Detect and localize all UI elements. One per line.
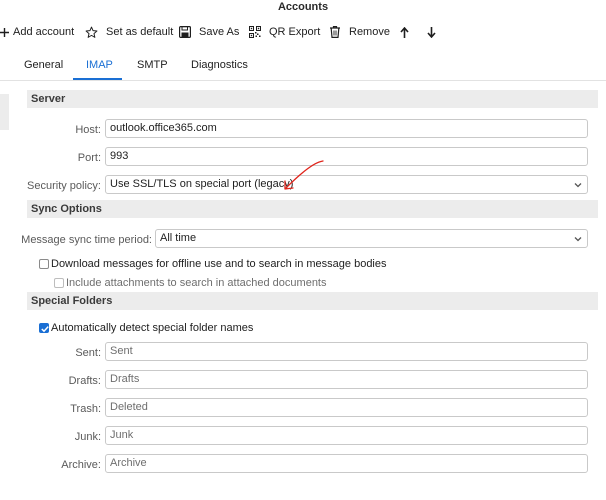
save-as-button[interactable]: Save As: [179, 22, 239, 42]
qr-export-button[interactable]: QR Export: [249, 22, 320, 42]
active-tab-indicator: [73, 78, 122, 80]
sync-options-section-header: Sync Options: [27, 200, 598, 218]
star-icon: [85, 26, 98, 38]
include-attachments-label: Include attachments to search in attache…: [66, 277, 327, 289]
trash-folder-input[interactable]: Deleted: [105, 398, 588, 417]
security-policy-select[interactable]: Use SSL/TLS on special port (legacy): [105, 175, 588, 194]
add-account-label: Add account: [13, 26, 75, 38]
tab-general[interactable]: General: [24, 59, 63, 71]
sent-folder-input[interactable]: Sent: [105, 342, 588, 361]
sync-period-label: Message sync time period:: [21, 234, 152, 246]
floppy-disk-icon: [179, 26, 191, 38]
special-folders-section-header: Special Folders: [27, 292, 598, 310]
download-offline-checkbox[interactable]: [39, 259, 49, 269]
move-down-button[interactable]: [427, 22, 442, 42]
include-attachments-checkbox[interactable]: [54, 278, 64, 288]
move-up-button[interactable]: [400, 22, 415, 42]
drafts-folder-input[interactable]: Drafts: [105, 370, 588, 389]
server-section-header: Server: [27, 90, 598, 108]
checkmark-icon: [41, 326, 49, 333]
annotation-arrow-icon: [284, 160, 324, 190]
junk-label: Junk:: [74, 431, 101, 443]
sent-label: Sent:: [75, 347, 101, 359]
arrow-up-icon: [400, 26, 409, 38]
arrow-down-icon: [427, 26, 436, 38]
archive-folder-input[interactable]: Archive: [105, 454, 588, 473]
remove-label: Remove: [349, 26, 390, 38]
chevron-down-icon: [574, 237, 582, 242]
tab-bar: General IMAP SMTP Diagnostics: [0, 50, 606, 81]
chevron-down-icon: [574, 183, 582, 188]
security-policy-value: Use SSL/TLS on special port (legacy): [110, 178, 294, 190]
sidebar-edge: [0, 94, 9, 130]
sync-period-select[interactable]: All time: [155, 229, 588, 248]
auto-detect-folders-checkbox[interactable]: [39, 323, 49, 333]
tab-imap[interactable]: IMAP: [86, 59, 113, 71]
tab-smtp[interactable]: SMTP: [137, 59, 168, 71]
archive-label: Archive:: [61, 459, 101, 471]
download-offline-label: Download messages for offline use and to…: [51, 258, 387, 270]
tab-diagnostics[interactable]: Diagnostics: [191, 59, 248, 71]
remove-button[interactable]: Remove: [330, 22, 390, 42]
window-title: Accounts: [277, 1, 329, 13]
auto-detect-folders-label: Automatically detect special folder name…: [51, 322, 254, 334]
save-as-label: Save As: [199, 26, 240, 38]
trash-label: Trash:: [70, 403, 101, 415]
add-account-button[interactable]: Add account: [0, 22, 74, 42]
qr-code-icon: [249, 26, 261, 38]
port-label: Port:: [77, 152, 101, 164]
security-policy-label: Security policy:: [27, 180, 101, 192]
port-input[interactable]: 993: [105, 147, 588, 166]
set-default-button[interactable]: Set as default: [85, 22, 173, 42]
set-default-label: Set as default: [106, 26, 174, 38]
host-input[interactable]: outlook.office365.com: [105, 119, 588, 138]
toolbar: Add account Set as default Save As QR Ex…: [0, 20, 606, 44]
junk-folder-input[interactable]: Junk: [105, 426, 588, 445]
sync-period-value: All time: [160, 232, 197, 244]
trash-icon: [330, 26, 340, 38]
plus-icon: [0, 27, 9, 37]
drafts-label: Drafts:: [68, 375, 101, 387]
host-label: Host:: [75, 124, 101, 136]
qr-export-label: QR Export: [269, 26, 321, 38]
